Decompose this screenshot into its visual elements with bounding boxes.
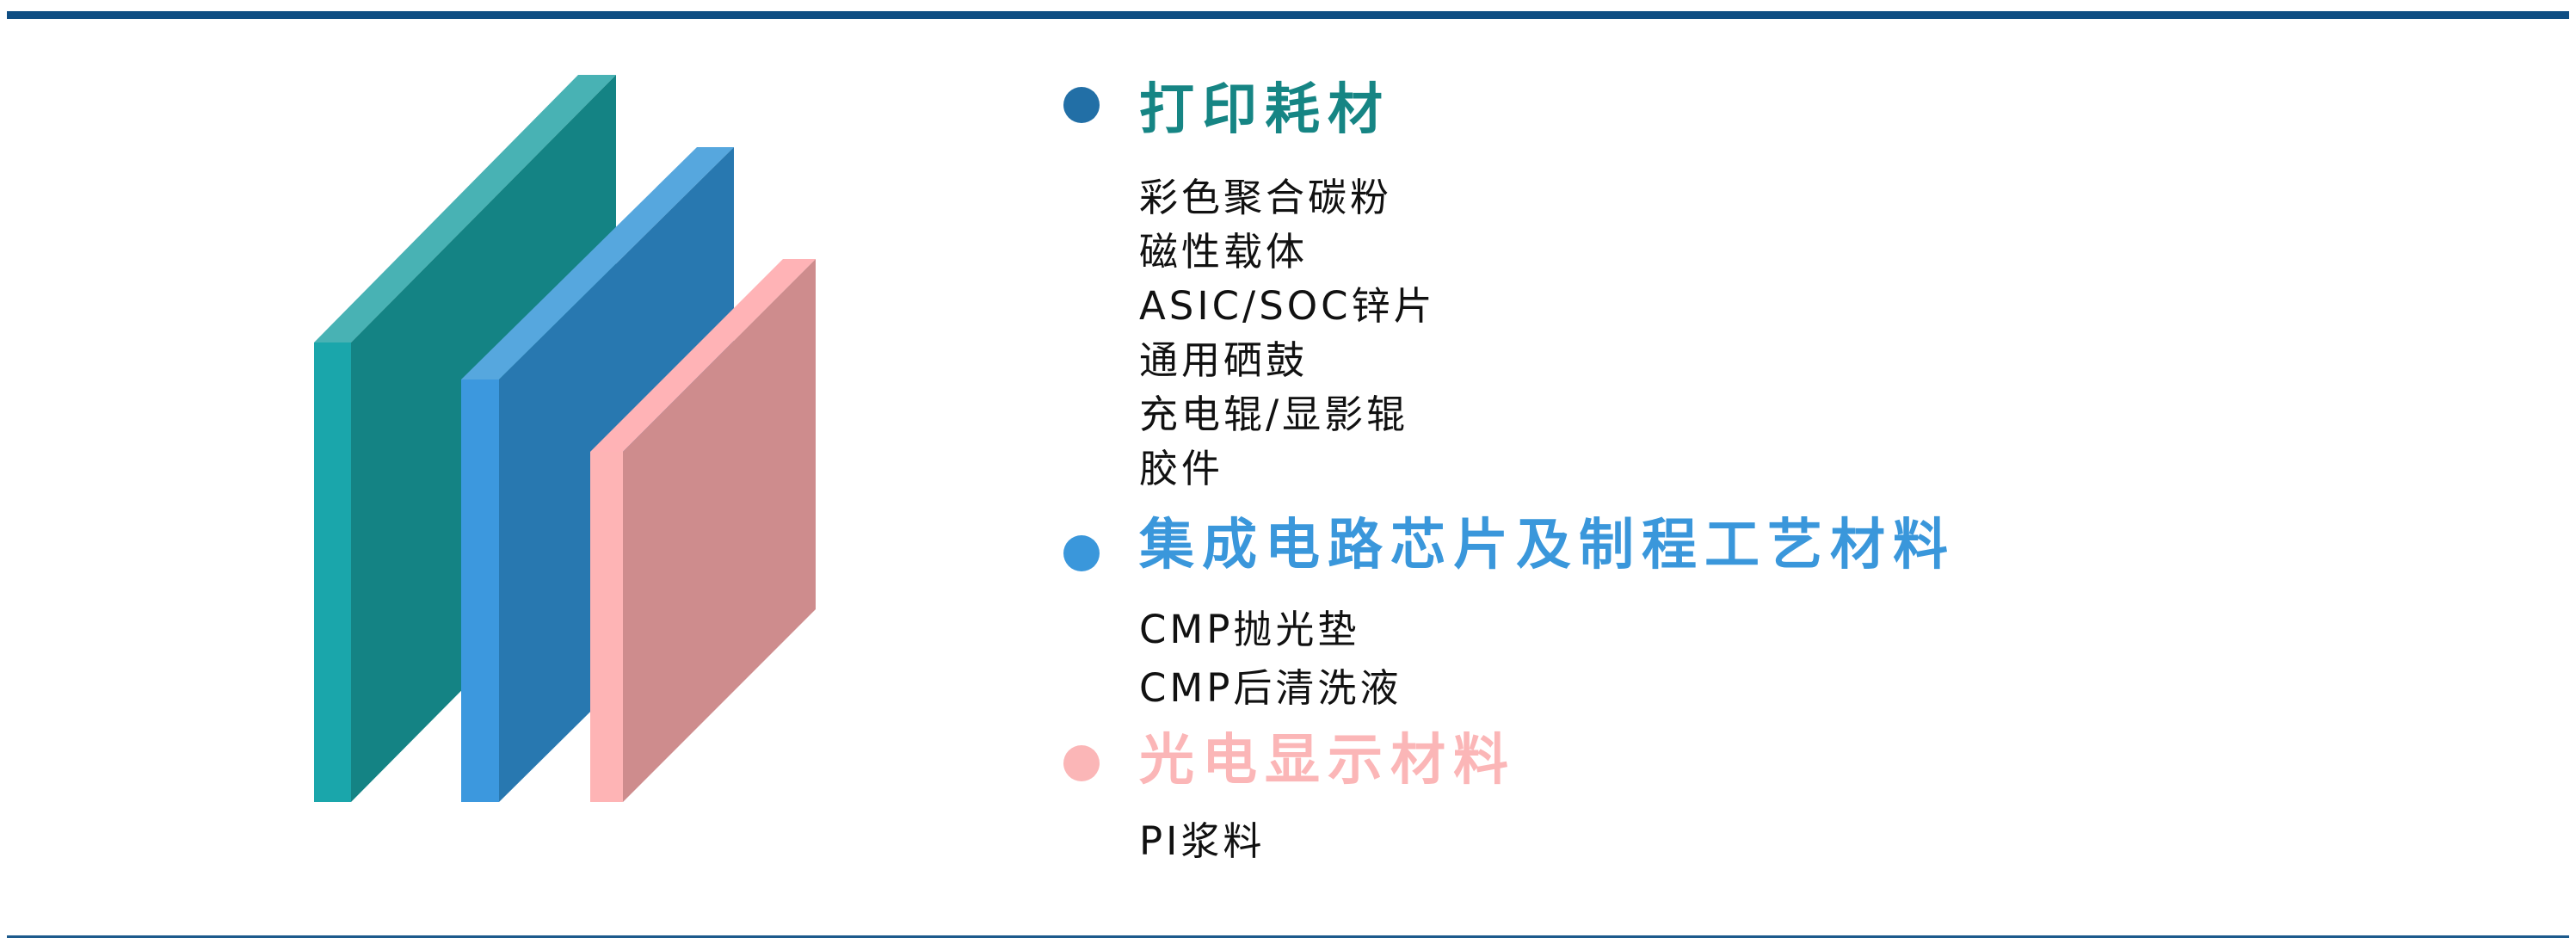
section-title: 集成电路芯片及制程工艺材料 [1139,514,1956,577]
list-item: 磁性载体 [1139,229,1309,275]
pink-panel-side [590,452,623,802]
section-bullet [1063,535,1100,571]
section-item-list: 彩色聚合碳粉 磁性载体 ASIC/SOC锌片 通用硒鼓 充电辊/显影辊 胶件 [1139,170,1436,496]
blue-panel-side [461,379,499,802]
list-item: PI浆料 [1139,818,1266,864]
list-item: CMP抛光垫 [1139,607,1360,652]
stacked-panels-graphic [314,75,816,802]
list-item: 通用硒鼓 [1139,337,1309,383]
diagram-frame: 打印耗材 彩色聚合碳粉 磁性载体 ASIC/SOC锌片 通用硒鼓 充电辊/显影辊… [0,0,2576,944]
teal-panel-side [314,342,351,802]
section-title: 光电显示材料 [1139,729,1516,793]
list-item: 彩色聚合碳粉 [1139,175,1393,220]
section-item-list: PI浆料 [1139,814,1265,868]
section-bullet [1063,745,1100,781]
section-title: 打印耗材 [1139,78,1390,142]
bottom-rule [7,935,2569,938]
section-item-list: CMP抛光垫 CMP后清洗液 [1139,601,1402,718]
list-item: 充电辊/显影辊 [1139,392,1409,437]
list-item: ASIC/SOC锌片 [1139,283,1436,329]
section-bullet [1063,87,1100,123]
list-item: 胶件 [1139,446,1224,491]
list-item: CMP后清洗液 [1139,665,1402,711]
